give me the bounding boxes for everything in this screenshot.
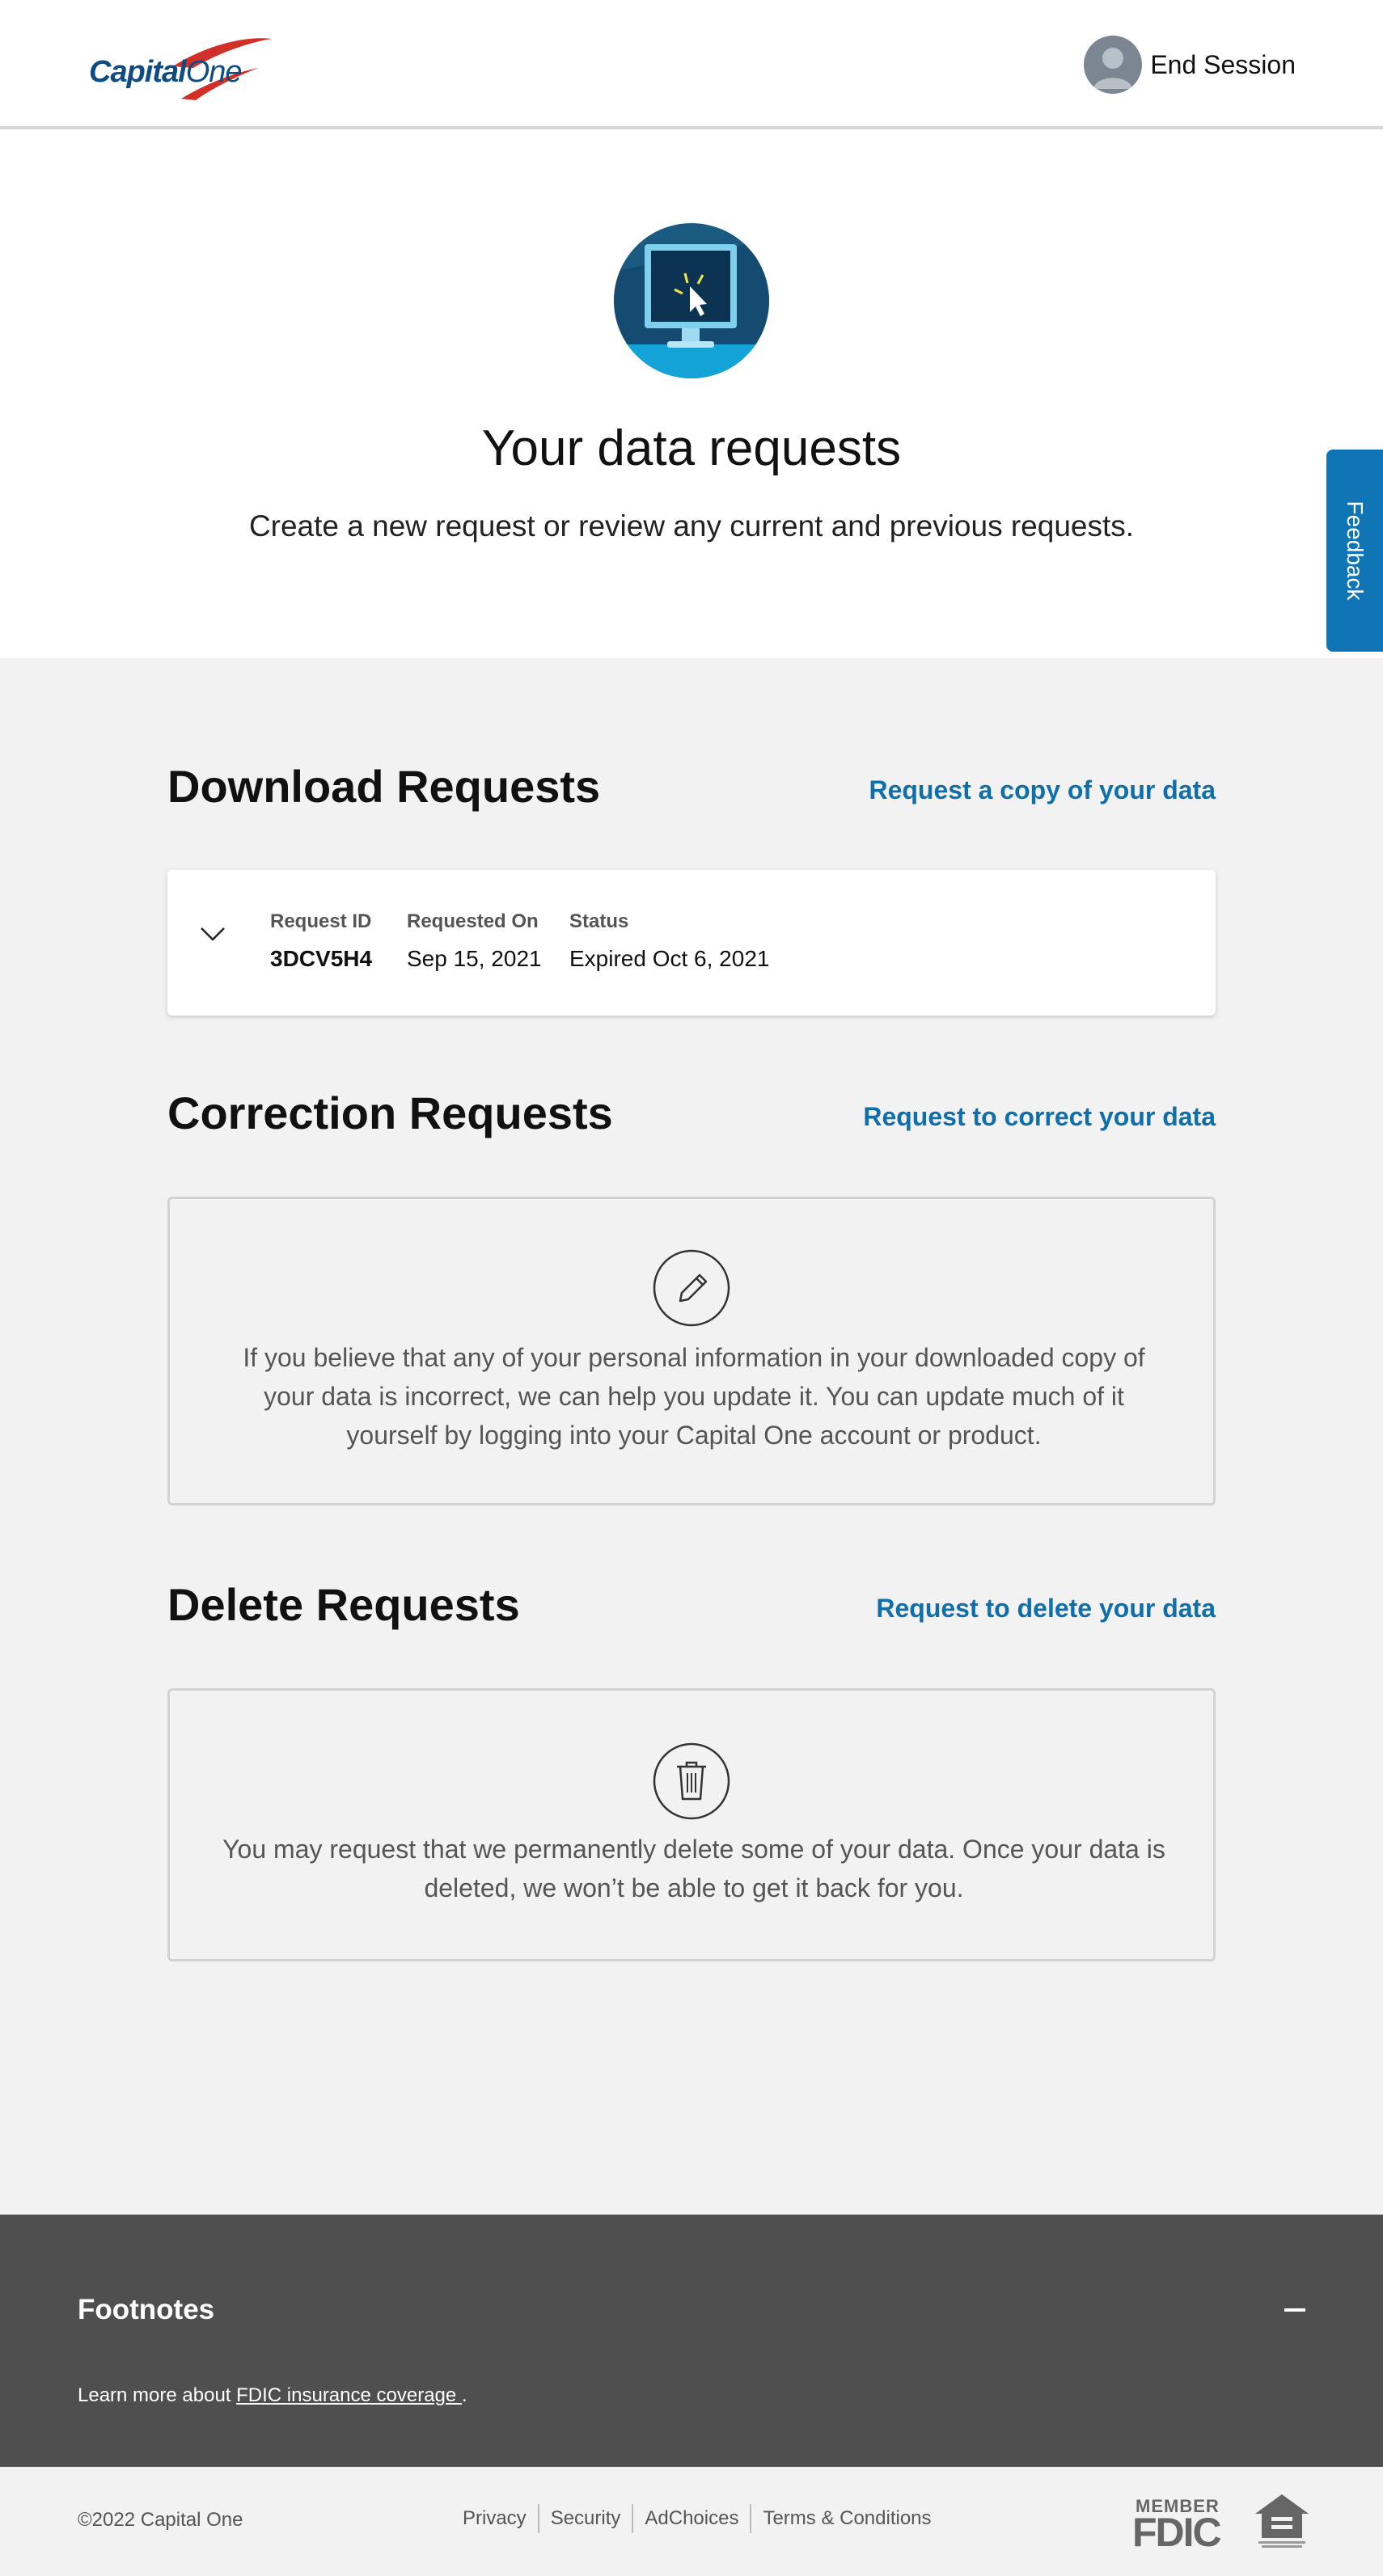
end-session-button[interactable]: End Session	[1084, 36, 1296, 94]
correction-info-box: If you believe that any of your personal…	[167, 1197, 1216, 1505]
fdic-coverage-link[interactable]: FDIC insurance coverage	[236, 2384, 462, 2406]
footer-link-security[interactable]: Security	[539, 2504, 632, 2533]
status-label: Status	[569, 910, 629, 932]
feedback-tab[interactable]: Feedback	[1326, 450, 1383, 652]
request-id-label: Request ID	[270, 910, 372, 932]
requests-main: Download Requests Request a copy of your…	[0, 658, 1383, 2215]
footnote-prefix: Learn more about	[78, 2384, 237, 2406]
request-copy-link[interactable]: Request a copy of your data	[869, 775, 1216, 805]
download-request-card[interactable]: Request ID 3DCV5H4 Requested On Sep 15, …	[167, 870, 1216, 1016]
footnotes-title: Footnotes	[78, 2294, 215, 2325]
footer-link-adchoices[interactable]: AdChoices	[633, 2504, 750, 2533]
page-title: Your data requests	[481, 420, 902, 476]
download-requests-title: Download Requests	[167, 761, 601, 812]
delete-info-text: You may request that we permanently dele…	[222, 1835, 1165, 1902]
footer-link-terms[interactable]: Terms & Conditions	[751, 2504, 942, 2533]
computer-click-icon	[614, 223, 769, 378]
correction-requests-title: Correction Requests	[167, 1087, 613, 1138]
page-subtitle: Create a new request or review any curre…	[248, 509, 1135, 543]
footer-link-privacy[interactable]: Privacy	[451, 2504, 538, 2533]
correction-info-text: If you believe that any of your personal…	[243, 1343, 1145, 1450]
capital-one-logo[interactable]: CapitalOne	[84, 31, 286, 103]
chevron-down-icon[interactable]	[197, 917, 229, 949]
delete-info-box: You may request that we permanently dele…	[167, 1688, 1216, 1962]
site-header: CapitalOne End Session	[0, 0, 1383, 129]
feedback-label: Feedback	[1343, 500, 1368, 601]
requested-on-column: Requested On Sep 15, 2021	[407, 910, 542, 972]
pencil-icon	[653, 1249, 730, 1327]
footer-links: Privacy Security AdChoices Terms & Condi…	[451, 2504, 943, 2533]
hero-section: Your data requests Create a new request …	[0, 133, 1383, 658]
footnotes-section: Footnotes Learn more about FDIC insuranc…	[0, 2215, 1383, 2467]
requested-on-label: Requested On	[407, 910, 539, 932]
footnote-text: Learn more about FDIC insurance coverage…	[78, 2384, 467, 2407]
logo-word-capital: Capital	[89, 55, 187, 89]
status-value: Expired Oct 6, 2021	[569, 946, 770, 971]
request-correct-link[interactable]: Request to correct your data	[863, 1102, 1216, 1132]
logo-word-one: One	[185, 55, 243, 89]
copyright: ©2022 Capital One	[78, 2509, 243, 2531]
request-id-value: 3DCV5H4	[270, 946, 373, 971]
end-session-label: End Session	[1150, 49, 1296, 79]
status-column: Status Expired Oct 6, 2021	[569, 910, 769, 972]
fdic-text: FDIC	[1132, 2510, 1222, 2555]
request-delete-link[interactable]: Request to delete your data	[876, 1594, 1216, 1624]
delete-requests-title: Delete Requests	[167, 1579, 520, 1630]
avatar-icon	[1084, 36, 1143, 94]
trash-icon	[653, 1742, 730, 1820]
request-id-column: Request ID 3DCV5H4	[270, 910, 372, 972]
collapse-icon[interactable]	[1284, 2308, 1305, 2312]
site-footer: ©2022 Capital One Privacy Security AdCho…	[0, 2467, 1383, 2576]
equal-housing-icon	[1255, 2494, 1309, 2548]
fdic-member-logo: MEMBER FDIC	[1132, 2496, 1222, 2555]
requested-on-value: Sep 15, 2021	[407, 946, 542, 971]
footnote-suffix: .	[461, 2384, 467, 2406]
